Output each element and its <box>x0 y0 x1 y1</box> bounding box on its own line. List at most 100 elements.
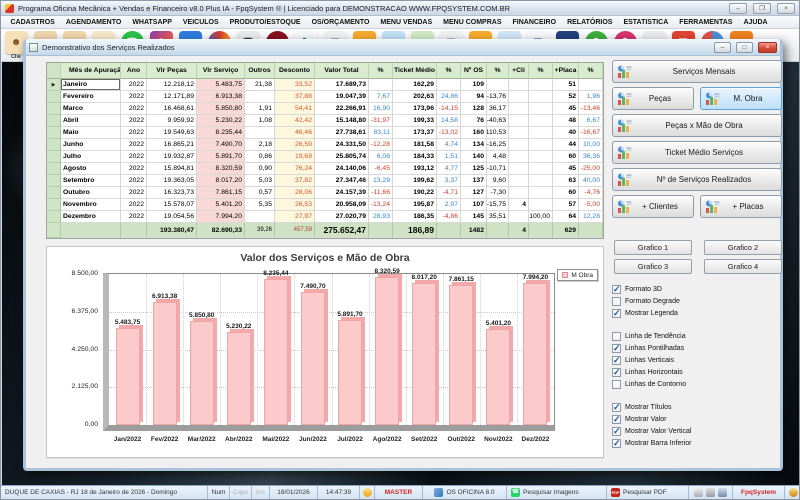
monitor-icon[interactable] <box>718 488 727 497</box>
row-selector-cell[interactable] <box>47 115 61 127</box>
nav-button-ticket-m-dio-servi-os[interactable]: Ticket Médio Serviços <box>612 141 782 164</box>
table-cell: 4 <box>509 199 529 211</box>
table-cell <box>509 163 529 175</box>
checkbox-linhas-pontilhadas[interactable]: Linhas Pontilhadas <box>612 342 782 354</box>
checkbox-mostrar-valor-vertical[interactable]: Mostrar Valor Vertical <box>612 425 782 437</box>
row-selector-cell[interactable] <box>47 187 61 199</box>
checkbox-box[interactable] <box>612 427 621 436</box>
menu-item-ajuda[interactable]: AJUDA <box>738 19 773 26</box>
minimize-icon[interactable]: – <box>729 3 747 14</box>
table-row[interactable]: Marco202216.468,615.850,801,9154,4122.26… <box>47 103 603 115</box>
table-cell: 27.738,61 <box>315 127 369 139</box>
nav-button-pe-as-x-m-o-de-obra[interactable]: Peças x Mão de Obra <box>612 114 782 137</box>
table-row[interactable]: Novembro202215.578,075.401,205,3526,5320… <box>47 199 603 211</box>
checkbox-linhas-horizontais[interactable]: Linhas Horizontais <box>612 366 782 378</box>
button-grafico-2[interactable]: Grafico 2 <box>704 240 782 255</box>
checkbox-box[interactable] <box>612 309 621 318</box>
column-header: Vlr Peças <box>147 63 197 79</box>
row-selector-cell[interactable] <box>47 151 61 163</box>
table-row[interactable]: Julho202219.932,875.891,700,8619,6925.80… <box>47 151 603 163</box>
nav-button-servi-os-mensais[interactable]: Serviços Mensais <box>612 60 782 83</box>
table-row[interactable]: ▶Janeiro202212.218,125.483,7521,3833,521… <box>47 79 603 91</box>
table-row[interactable]: Setembro202219.363,058.017,205,0337,8227… <box>47 175 603 187</box>
table-cell: 15.578,07 <box>147 199 197 211</box>
table-row[interactable]: Outubro202216.323,737.861,150,5728,0624.… <box>47 187 603 199</box>
menu-item-agendamento[interactable]: AGENDAMENTO <box>60 19 126 26</box>
menu-item-whatsapp[interactable]: WHATSAPP <box>127 19 178 26</box>
row-selector-cell[interactable] <box>47 139 61 151</box>
checkbox-box[interactable] <box>612 297 621 306</box>
checkbox-formato-3d[interactable]: Formato 3D <box>612 283 782 295</box>
services-table[interactable]: Mês de ApuraçãoAnoVlr PeçasVlr ServiçoOu… <box>46 62 604 239</box>
checkbox-formato-degrade[interactable]: Formato Degrade <box>612 295 782 307</box>
row-selector-cell[interactable] <box>47 91 61 103</box>
menu-item-produto-estoque[interactable]: PRODUTO/ESTOQUE <box>224 19 306 26</box>
row-selector-cell[interactable] <box>47 211 61 223</box>
search-images-button[interactable]: ☎ Pesquisar Imagens <box>507 486 607 499</box>
checkbox-linhas-de-contorno[interactable]: Linhas de Contorno <box>612 378 782 390</box>
table-cell: -31,97 <box>369 115 393 127</box>
column-header: % <box>487 63 509 79</box>
checkbox-mostrar-legenda[interactable]: Mostrar Legenda <box>612 307 782 319</box>
chart-button-icon <box>617 119 632 135</box>
row-selector-cell[interactable] <box>47 199 61 211</box>
restore-icon[interactable]: ❐ <box>753 3 771 14</box>
checkbox-box[interactable] <box>612 403 621 412</box>
nav-button-n-de-servi-os-realizados[interactable]: Nº de Serviços Realizados <box>612 168 782 191</box>
checkbox-box[interactable] <box>612 356 621 365</box>
checkbox-box[interactable] <box>612 368 621 377</box>
checkbox-box[interactable] <box>612 380 621 389</box>
search-images-label: Pesquisar Imagens <box>523 489 579 496</box>
menu-item-estatistica[interactable]: ESTATISTICA <box>618 19 674 26</box>
table-row[interactable]: Dezembro202219.054,567.994,2027,9727.020… <box>47 211 603 223</box>
menu-item-financeiro[interactable]: FINANCEIRO <box>507 19 562 26</box>
row-selector-cell[interactable] <box>47 127 61 139</box>
row-selector-cell[interactable]: ▶ <box>47 79 61 91</box>
table-cell: 127 <box>461 187 487 199</box>
inner-close-icon[interactable]: × <box>758 42 777 53</box>
checkbox-box[interactable] <box>612 332 621 341</box>
checkbox-mostrar-barra-inferior[interactable]: Mostrar Barra Inferior <box>612 437 782 449</box>
row-selector-cell[interactable] <box>47 175 61 187</box>
checkbox-mostrar-valor[interactable]: Mostrar Valor <box>612 413 782 425</box>
bar-value-label: 5.850,80 <box>179 312 225 319</box>
nav-button-pe-as[interactable]: Peças <box>612 87 694 110</box>
button-grafico-3[interactable]: Grafico 3 <box>614 259 692 274</box>
table-totals-row: 193.380,4782.690,3339,26457,59275.652,47… <box>47 223 603 238</box>
inner-minimize-icon[interactable]: – <box>714 42 731 53</box>
button-grafico-1[interactable]: Grafico 1 <box>614 240 692 255</box>
menu-item-relat-rios[interactable]: RELATÓRIOS <box>562 19 618 26</box>
close-icon[interactable]: × <box>777 3 795 14</box>
table-row[interactable]: Maio202219.549,638.235,4446,4627.738,618… <box>47 127 603 139</box>
nav-button--clientes[interactable]: + Clientes <box>612 195 694 218</box>
menu-item-menu-vendas[interactable]: MENU VENDAS <box>375 19 438 26</box>
checkbox-box[interactable] <box>612 439 621 448</box>
menu-item-cadastros[interactable]: CADASTROS <box>5 19 60 26</box>
menu-item-veiculos[interactable]: VEICULOS <box>177 19 224 26</box>
printer-icon[interactable] <box>706 488 715 497</box>
menu-item-ferramentas[interactable]: FERRAMENTAS <box>674 19 738 26</box>
nav-button-m-obra[interactable]: M. Obra <box>700 87 782 110</box>
menu-item-os-or-amento[interactable]: OS/ORÇAMENTO <box>306 19 375 26</box>
checkbox-box[interactable] <box>612 415 621 424</box>
checkbox-linha-de-tend-ncia[interactable]: Linha de Tendência <box>612 330 782 342</box>
checkbox-linhas-verticais[interactable]: Linhas Verticais <box>612 354 782 366</box>
inner-titlebar[interactable]: Demonstrativo dos Serviços Realizados – … <box>26 39 780 56</box>
checkbox-box[interactable] <box>612 344 621 353</box>
table-header-row: Mês de ApuraçãoAnoVlr PeçasVlr ServiçoOu… <box>47 63 603 79</box>
table-row[interactable]: Fevereiro202212.171,896.913,3837,8819.04… <box>47 91 603 103</box>
row-selector-cell[interactable] <box>47 103 61 115</box>
checkbox-box[interactable] <box>612 285 621 294</box>
search-pdf-button[interactable]: PDF Pesquisar PDF <box>607 486 689 499</box>
button-grafico-4[interactable]: Grafico 4 <box>704 259 782 274</box>
table-row[interactable]: Abril20229.959,925.230,221,0842,4215.148… <box>47 115 603 127</box>
inner-maximize-icon[interactable]: □ <box>736 42 753 53</box>
folder-icon[interactable] <box>694 488 703 497</box>
row-selector-cell[interactable] <box>47 163 61 175</box>
menu-item-menu-compras[interactable]: MENU COMPRAS <box>438 19 507 26</box>
table-row[interactable]: Junho202216.865,217.490,702,1826,5924.33… <box>47 139 603 151</box>
checkbox-label: Mostrar Legenda <box>625 310 678 317</box>
nav-button--placas[interactable]: + Placas <box>700 195 782 218</box>
checkbox-mostrar-t-tulos[interactable]: Mostrar Títulos <box>612 401 782 413</box>
table-row[interactable]: Agosto202215.894,818.320,590,9076,2424.1… <box>47 163 603 175</box>
